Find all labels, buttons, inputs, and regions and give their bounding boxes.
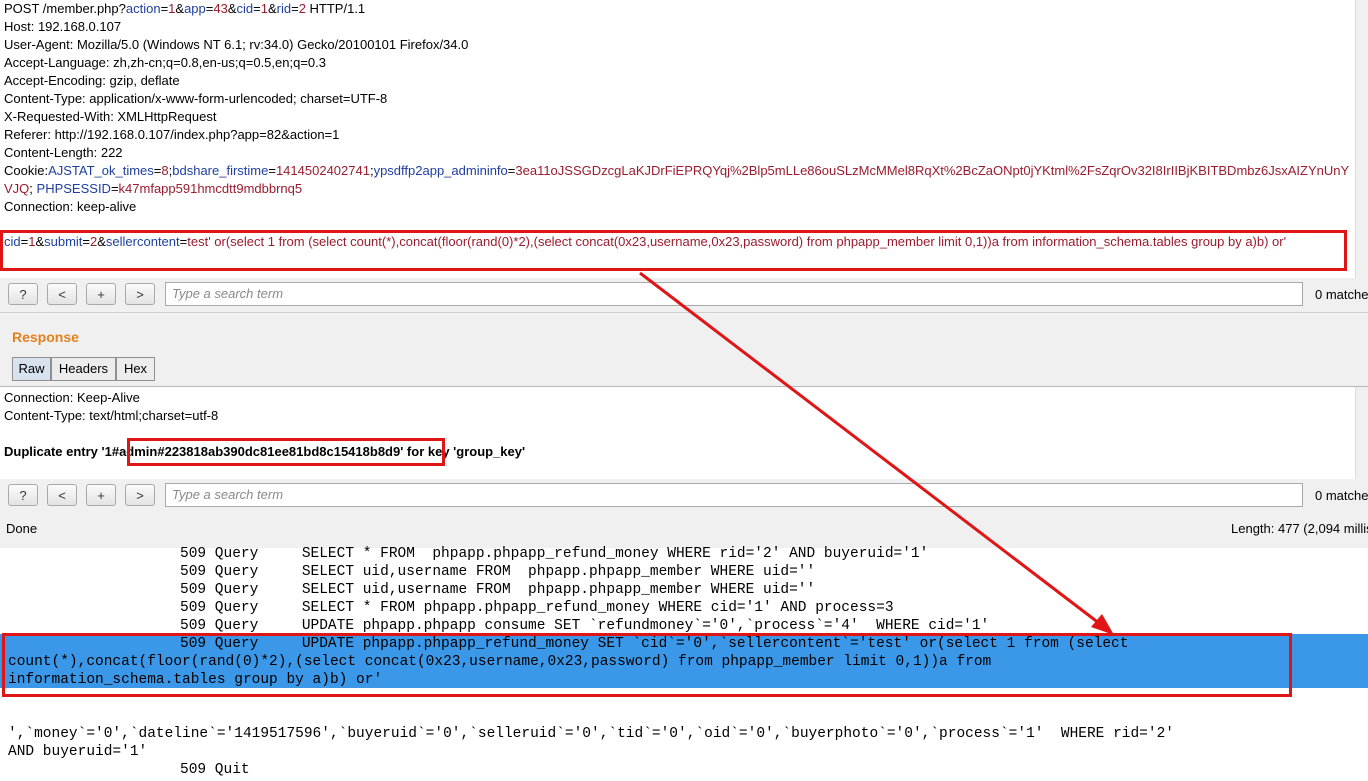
mysql-query-log: 509 Query SELECT * FROM phpapp.phpapp_re… [0,546,1368,781]
next-match-button[interactable]: > [125,283,155,305]
token: Accept-Encoding: gzip, deflate [4,73,180,88]
request-line: POST /member.php?action=1&app=43&cid=1&r… [4,0,365,18]
token: app [184,1,206,16]
log-line: 509 Query SELECT uid,username FROM phpap… [180,582,816,598]
token: 1414502402741 [275,163,370,178]
token: 2 [298,1,306,16]
token: ypsdffp2app_admininfo [373,163,508,178]
token: Host: 192.168.0.107 [4,19,122,34]
token: POST /member.php? [4,1,126,16]
token: k47mfapp591hmcdtt9mdbbrnq5 [118,181,303,196]
tab-raw[interactable]: Raw [12,357,51,381]
request-line: Content-Length: 222 [4,144,123,162]
request-line: Referer: http://192.168.0.107/index.php?… [4,126,339,144]
tab-hex[interactable]: Hex [116,357,155,381]
request-line: Content-Type: application/x-www-form-url… [4,90,387,108]
request-search-input[interactable]: Type a search term [165,282,1303,306]
log-line: 509 Query SELECT * FROM phpapp.phpapp_re… [180,600,894,616]
annotation-box-log-query [2,633,1292,697]
request-line: User-Agent: Mozilla/5.0 (Windows NT 6.1;… [4,36,468,54]
token: AJSTAT_ok_times [48,163,154,178]
match-count: 0 matches [1315,488,1368,503]
request-line: Accept-Language: zh,zh-cn;q=0.8,en-us;q=… [4,54,326,72]
token: 1 [260,1,268,16]
token: Cookie: [4,163,49,178]
token: bdshare_firstime [172,163,269,178]
previous-match-button[interactable]: < [47,283,77,305]
token: cid [236,1,254,16]
help-button[interactable]: ? [8,484,38,506]
log-line: AND buyeruid='1' [8,744,148,760]
annotation-box-request-body [0,230,1347,271]
status-bar: Done Length: 477 (2,094 millis [0,517,1368,541]
token: HTTP/1.1 [305,1,366,16]
token: 8 [161,163,169,178]
request-line: X-Requested-With: XMLHttpRequest [4,108,216,126]
token: PHPSESSID [36,181,111,196]
token: 43 [213,1,228,16]
token: = [291,1,299,16]
token: Content-Type: application/x-www-form-url… [4,91,388,106]
response-length: Length: 477 (2,094 millis [1231,521,1368,536]
token: & [227,1,237,16]
token: ; [29,181,37,196]
token: = [268,163,276,178]
response-header-line: Content-Type: text/html;charset=utf-8 [4,408,219,423]
previous-match-button[interactable]: < [47,484,77,506]
log-line: 509 Quit [180,762,250,778]
log-line: 509 Query SELECT * FROM phpapp.phpapp_re… [180,546,929,562]
log-line: 509 Query SELECT uid,username FROM phpap… [180,564,816,580]
error-prefix: Duplicate entry '1# [4,444,120,459]
next-match-button[interactable]: > [125,484,155,506]
cookie-header: Cookie:AJSTAT_ok_times = 8; bdshare_firstim… [4,162,1356,198]
tab-headers[interactable]: Headers [51,357,116,381]
response-body[interactable]: Connection: Keep-Alive Content-Type: tex… [0,386,1368,479]
response-title: Response [12,329,79,345]
response-header-line: Connection: Keep-Alive [4,390,140,405]
search-options-button[interactable]: + [86,283,116,305]
token: & [267,1,277,16]
log-line: ',`money`='0',`dateline`='1419517596',`b… [8,726,1174,742]
token: action [125,1,161,16]
token: rid [276,1,292,16]
request-scrollbar[interactable] [1355,0,1368,278]
connection-header: Connection: keep-alive [4,199,137,214]
request-search-bar: ? < + > Type a search term 0 matches [0,278,1368,312]
token: & [175,1,185,16]
token: X-Requested-With: XMLHttpRequest [4,109,217,124]
token: = [253,1,261,16]
response-search-input[interactable]: Type a search term [165,483,1303,507]
token: = [110,181,119,196]
annotation-box-credentials [127,438,445,466]
search-options-button[interactable]: + [86,484,116,506]
match-count: 0 matches [1315,287,1368,302]
response-search-bar: ? < + > Type a search term 0 matches [0,479,1368,513]
token: Content-Length: 222 [4,145,123,160]
request-line: Accept-Encoding: gzip, deflate [4,72,180,90]
token: Accept-Language: zh,zh-cn;q=0.8,en-us;q=… [4,55,326,70]
token: Referer: http://192.168.0.107/index.php?… [4,127,340,142]
response-panel: Response Raw Headers Hex Connection: Kee… [0,312,1368,549]
request-editor[interactable]: POST /member.php?action=1&app=43&cid=1&r… [0,0,1368,278]
response-scrollbar[interactable] [1355,387,1368,479]
status-text: Done [6,521,38,536]
token: User-Agent: Mozilla/5.0 (Windows NT 6.1;… [4,37,469,52]
help-button[interactable]: ? [8,283,38,305]
request-line: Host: 192.168.0.107 [4,18,121,36]
